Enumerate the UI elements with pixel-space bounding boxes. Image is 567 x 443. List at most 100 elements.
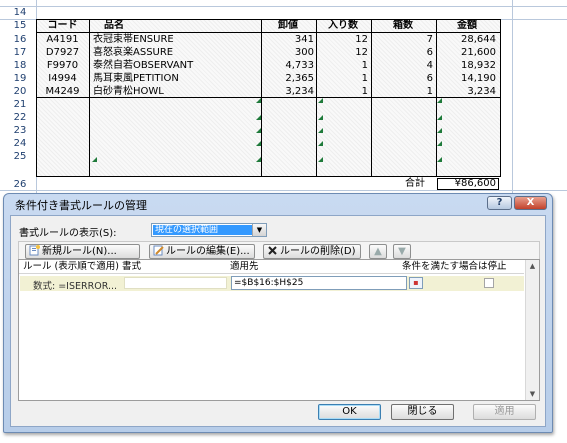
cell-amount[interactable]: 14,190 — [438, 72, 496, 85]
cell-price[interactable]: 341 — [262, 33, 314, 46]
cell-amount[interactable]: 18,932 — [438, 59, 496, 72]
header-box[interactable]: 箱数 — [373, 19, 433, 32]
row-number[interactable]: 14 — [6, 6, 34, 19]
error-indicator-icon[interactable] — [256, 98, 261, 103]
cell-price[interactable]: 4,733 — [262, 59, 314, 72]
scroll-down-icon[interactable]: ▼ — [526, 388, 539, 400]
error-indicator-icon[interactable] — [256, 157, 261, 162]
edit-rule-button[interactable]: ルールの編集(E)... — [149, 244, 255, 259]
cell-box[interactable]: 4 — [373, 59, 433, 72]
total-label: 合計 — [405, 178, 425, 189]
cell-box[interactable]: 1 — [373, 85, 433, 98]
error-indicator-icon[interactable] — [318, 157, 323, 162]
cell-price[interactable]: 3,234 — [262, 85, 314, 98]
dialog-body: 書式ルールの表示(S): 現在の選択範囲 ▼ 新規ルール(N)... ルールの編… — [10, 215, 546, 427]
ok-button[interactable]: OK — [318, 404, 381, 420]
close-icon[interactable]: X — [514, 196, 547, 210]
help-button[interactable]: ? — [487, 196, 512, 210]
header-qty[interactable]: 入り数 — [318, 19, 368, 32]
row-number[interactable]: 17 — [6, 46, 34, 59]
move-down-button[interactable]: ▼ — [393, 244, 411, 259]
rule-row[interactable]: 数式: =ISERROR... =$B$16:$H$25 ▪ — [20, 276, 524, 292]
new-rule-button[interactable]: 新規ルール(N)... — [25, 244, 140, 259]
rule-list-scrollbar[interactable]: ▲ ▼ — [525, 260, 539, 400]
row-number[interactable]: 15 — [6, 19, 34, 32]
cell-price[interactable]: 300 — [262, 46, 314, 59]
row-number[interactable]: 26 — [6, 178, 34, 191]
delete-rule-label: ルールの削除(D) — [280, 246, 356, 257]
error-indicator-icon[interactable] — [437, 157, 442, 162]
header-amount[interactable]: 金額 — [438, 19, 496, 32]
row-number[interactable]: 20 — [6, 85, 34, 98]
error-indicator-icon[interactable] — [92, 157, 97, 162]
cell-name[interactable]: 喜怒哀楽ASSURE — [91, 46, 261, 59]
show-rules-dropdown[interactable]: 現在の選択範囲 ▼ — [151, 223, 267, 237]
error-indicator-icon[interactable] — [256, 128, 261, 133]
row-number[interactable]: 19 — [6, 72, 34, 85]
show-rules-value: 現在の選択範囲 — [153, 225, 253, 235]
show-rules-label: 書式ルールの表示(S): — [19, 228, 117, 239]
rule-toolbar: 新規ルール(N)... ルールの編集(E)... ルールの削除(D) ▲ ▼ — [18, 241, 540, 260]
row-number[interactable]: 24 — [6, 137, 34, 150]
sheet-row: 25 — [0, 150, 567, 163]
cell-box[interactable]: 6 — [373, 46, 433, 59]
error-indicator-icon[interactable] — [318, 141, 323, 146]
error-indicator-icon[interactable] — [318, 115, 323, 120]
cell-amount[interactable]: 28,644 — [438, 33, 496, 46]
cell-qty[interactable]: 12 — [318, 46, 368, 59]
cell-code[interactable]: F9970 — [39, 59, 86, 72]
apply-button[interactable]: 適用 — [473, 404, 536, 420]
cell-qty[interactable]: 12 — [318, 33, 368, 46]
row-number[interactable]: 25 — [6, 150, 34, 163]
cell-box[interactable]: 6 — [373, 72, 433, 85]
error-indicator-icon[interactable] — [256, 115, 261, 120]
cell-name[interactable]: 白砂青松HOWL — [91, 85, 261, 98]
stop-if-true-checkbox[interactable] — [484, 278, 494, 288]
chevron-down-icon[interactable]: ▼ — [252, 224, 266, 236]
error-indicator-icon[interactable] — [256, 141, 261, 146]
header-code[interactable]: コード — [39, 19, 86, 32]
close-button[interactable]: 閉じる — [391, 404, 454, 420]
format-preview — [124, 277, 227, 289]
applies-to-input[interactable]: =$B$16:$H$25 — [231, 276, 407, 290]
header-price[interactable]: 卸値 — [262, 19, 314, 32]
cell-name[interactable]: 馬耳東風PETITION — [91, 72, 261, 85]
error-indicator-icon[interactable] — [318, 128, 323, 133]
cell-name[interactable]: 泰然自若OBSERVANT — [91, 59, 261, 72]
sheet-row: 21 — [0, 98, 567, 111]
conditional-format-dialog: 条件付き書式ルールの管理 ? X 書式ルールの表示(S): 現在の選択範囲 ▼ … — [3, 193, 553, 433]
row-number[interactable]: 18 — [6, 59, 34, 72]
scroll-up-icon[interactable]: ▲ — [526, 260, 539, 272]
table-row: 16 A4191 衣冠束帯ENSURE 341 12 7 28,644 — [0, 33, 567, 46]
row-number[interactable]: 16 — [6, 33, 34, 46]
cell-box[interactable]: 7 — [373, 33, 433, 46]
cell-code[interactable]: D7927 — [39, 46, 86, 59]
error-indicator-icon[interactable] — [437, 141, 442, 146]
cell-name[interactable]: 衣冠束帯ENSURE — [91, 33, 261, 46]
column-stop-if-true: 条件を満たす場合は停止 — [402, 261, 507, 272]
row-number[interactable]: 22 — [6, 111, 34, 124]
cell-code[interactable]: M4249 — [39, 85, 86, 98]
cell-qty[interactable]: 1 — [318, 85, 368, 98]
cell-qty[interactable]: 1 — [318, 72, 368, 85]
cell-amount[interactable]: 21,600 — [438, 46, 496, 59]
delete-rule-button[interactable]: ルールの削除(D) — [263, 244, 361, 259]
error-indicator-icon[interactable] — [318, 98, 323, 103]
cell-price[interactable]: 2,365 — [262, 72, 314, 85]
row-number[interactable]: 23 — [6, 124, 34, 137]
range-select-icon[interactable]: ▪ — [409, 277, 423, 289]
cell-code[interactable]: A4191 — [39, 33, 86, 46]
header-name[interactable]: 品名 — [104, 19, 272, 32]
error-indicator-icon[interactable] — [437, 128, 442, 133]
move-up-button[interactable]: ▲ — [369, 244, 387, 259]
error-indicator-icon[interactable] — [437, 98, 442, 103]
header-row: 15 コード 品名 卸値 入り数 箱数 金額 — [0, 19, 567, 32]
error-indicator-icon[interactable] — [437, 115, 442, 120]
sheet-row: 14 — [0, 6, 567, 19]
cell-code[interactable]: I4994 — [39, 72, 86, 85]
row-number[interactable]: 21 — [6, 98, 34, 111]
total-value[interactable]: ¥86,600 — [437, 178, 499, 190]
cell-qty[interactable]: 1 — [318, 59, 368, 72]
dialog-titlebar[interactable]: 条件付き書式ルールの管理 ? X — [4, 194, 552, 214]
cell-amount[interactable]: 3,234 — [438, 85, 496, 98]
